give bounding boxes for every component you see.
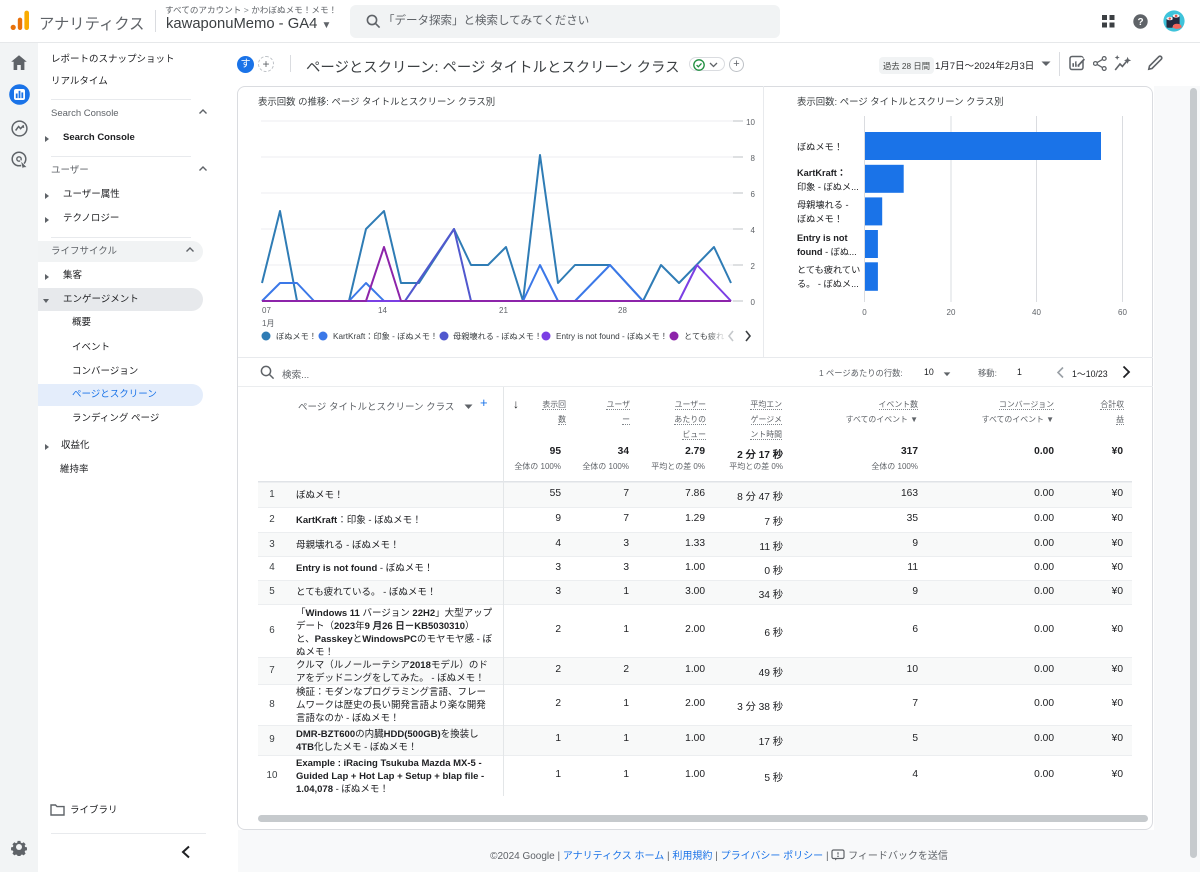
svg-text:40: 40 xyxy=(1032,308,1041,317)
svg-text:2: 2 xyxy=(751,262,756,271)
svg-text:0: 0 xyxy=(751,298,756,307)
svg-text:Entry is not: Entry is not xyxy=(797,233,848,243)
svg-text:20: 20 xyxy=(947,308,956,317)
svg-text:KartKraft：印象 - ぼぬメモ！: KartKraft：印象 - ぼぬメモ！ xyxy=(333,331,438,341)
svg-text:?: ? xyxy=(1137,17,1143,28)
svg-text:印象 - ぼぬメ...: 印象 - ぼぬメ... xyxy=(797,181,859,192)
svg-text:found - ぼぬ...: found - ぼぬ... xyxy=(797,247,857,257)
svg-text:28: 28 xyxy=(618,306,627,315)
svg-text:母親壊れる -: 母親壊れる - xyxy=(797,199,849,210)
svg-text:ぼぬメモ！: ぼぬメモ！ xyxy=(797,142,843,152)
svg-text:母親壊れる - ぼぬメモ！: 母親壊れる - ぼぬメモ！ xyxy=(453,331,542,341)
svg-text:1月: 1月 xyxy=(262,319,274,328)
svg-text:ぼぬメモ！: ぼぬメモ！ xyxy=(797,214,843,224)
svg-text:07: 07 xyxy=(262,306,271,315)
svg-text:とても疲れてい: とても疲れてい xyxy=(797,264,860,275)
svg-text:KartKraft：: KartKraft： xyxy=(797,168,846,178)
svg-text:10: 10 xyxy=(746,118,755,127)
svg-text:8: 8 xyxy=(751,154,756,163)
svg-text:0: 0 xyxy=(862,308,867,317)
svg-text:Entry is not found - ぼぬメモ！: Entry is not found - ぼぬメモ！ xyxy=(556,332,668,341)
svg-text:60: 60 xyxy=(1118,308,1127,317)
svg-text:21: 21 xyxy=(499,306,508,315)
svg-text:4: 4 xyxy=(751,226,756,235)
svg-text:6: 6 xyxy=(751,190,756,199)
svg-text:ぼぬメモ！: ぼぬメモ！ xyxy=(276,332,317,341)
svg-text:14: 14 xyxy=(378,306,387,315)
svg-text:る。 - ぼぬメ...: る。 - ぼぬメ... xyxy=(797,279,859,289)
